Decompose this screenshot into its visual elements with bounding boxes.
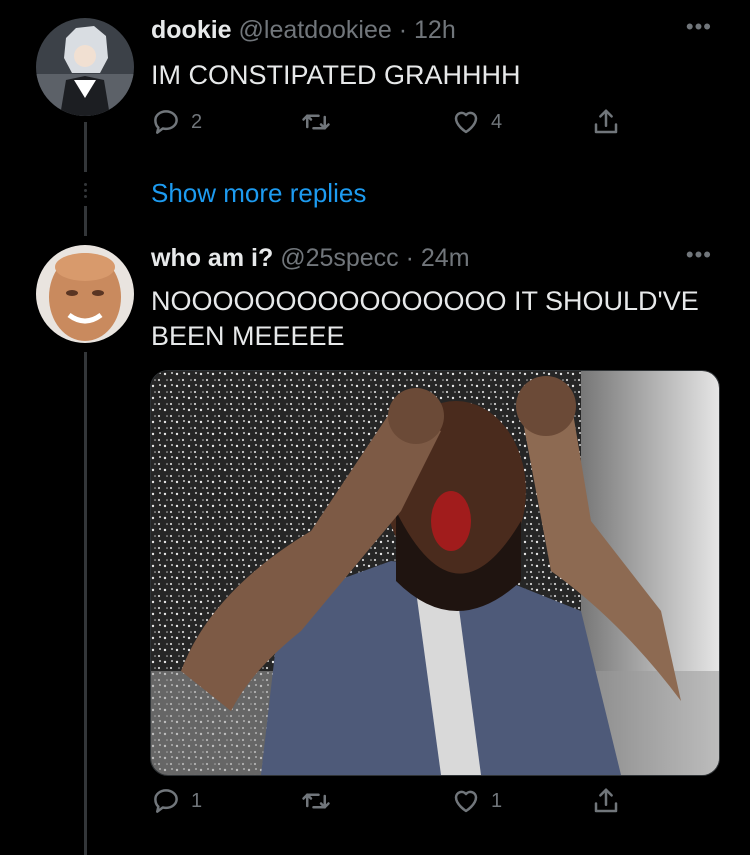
display-name[interactable]: who am i?	[151, 244, 273, 272]
share-icon	[594, 109, 618, 134]
share-button[interactable]	[591, 107, 621, 137]
display-name[interactable]: dookie	[151, 16, 232, 44]
tweet-actions: 1 1	[151, 786, 631, 826]
like-button[interactable]: 4	[451, 107, 502, 137]
reply-icon	[154, 110, 178, 134]
screaming-man-photo	[151, 371, 719, 775]
tweet-text: NOOOOOOOOOOOOOOOO IT SHOULD'VE BEEN MEEE…	[151, 286, 699, 351]
like-count: 4	[491, 110, 503, 133]
like-icon	[454, 790, 478, 813]
more-horizontal-icon[interactable]: •••	[686, 14, 712, 40]
separator-dot: ·	[398, 244, 421, 272]
thread-line-bottom	[84, 352, 87, 855]
thread-line-top	[84, 122, 87, 172]
retweet-icon	[302, 793, 330, 809]
timestamp[interactable]: 24m	[421, 244, 470, 272]
share-button[interactable]	[591, 786, 621, 816]
retweet-icon	[302, 114, 330, 130]
tweet-actions: 2 4	[151, 107, 631, 147]
thread-line-mid	[84, 206, 87, 236]
like-count: 1	[491, 789, 503, 812]
tweet-header: who am i? @25specc · 24m	[151, 244, 470, 273]
share-icon	[594, 788, 618, 813]
tweet-media-image[interactable]	[150, 370, 720, 776]
reply-icon	[154, 789, 178, 813]
thread-gap-dots	[83, 180, 88, 201]
more-horizontal-icon[interactable]: •••	[686, 242, 712, 268]
avatar-dookie[interactable]	[36, 18, 134, 116]
separator-dot: ·	[391, 16, 415, 44]
reply-button[interactable]: 2	[151, 107, 202, 137]
face-avatar-image	[36, 245, 134, 343]
show-more-replies-link[interactable]: Show more replies	[151, 178, 366, 209]
reply-count: 2	[191, 110, 203, 133]
user-handle[interactable]: @leatdookiee	[239, 16, 392, 44]
like-icon	[454, 111, 478, 134]
reply-count: 1	[191, 789, 203, 812]
retweet-button[interactable]	[301, 107, 331, 137]
retweet-button[interactable]	[301, 786, 331, 816]
user-handle[interactable]: @25specc	[280, 244, 399, 272]
timestamp[interactable]: 12h	[414, 16, 456, 44]
tweet-header: dookie @leatdookiee · 12h	[151, 16, 456, 45]
reply-button[interactable]: 1	[151, 786, 202, 816]
avatar-who-am-i[interactable]	[36, 245, 134, 343]
tweet-text: IM CONSTIPATED GRAHHHH	[151, 60, 521, 90]
anime-avatar-image	[36, 18, 134, 116]
like-button[interactable]: 1	[451, 786, 502, 816]
